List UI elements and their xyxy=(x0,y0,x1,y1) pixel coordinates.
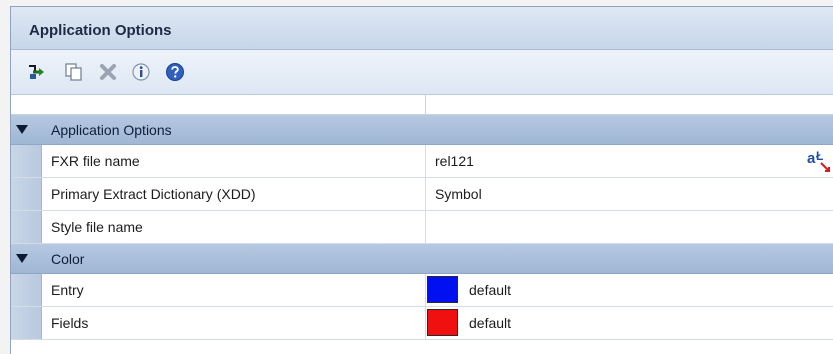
collapse-arrow-icon[interactable] xyxy=(16,125,28,134)
color-swatch[interactable] xyxy=(427,276,458,303)
property-value[interactable]: default xyxy=(469,282,511,298)
grid-header xyxy=(11,95,833,115)
category-application-options[interactable]: Application Options xyxy=(11,115,833,145)
category-label: Color xyxy=(51,251,85,267)
property-row-primary-extract-dictionary[interactable]: Primary Extract Dictionary (XDD) Symbol xyxy=(11,178,833,211)
color-swatch[interactable] xyxy=(427,309,458,336)
property-value[interactable]: default xyxy=(469,315,511,331)
property-name: Entry xyxy=(51,282,84,298)
panel-title: Application Options xyxy=(29,22,172,39)
sort-icon[interactable] xyxy=(27,62,47,82)
property-name: FXR file name xyxy=(51,153,140,169)
application-options-panel: Application Options Application Options … xyxy=(10,6,833,354)
category-color[interactable]: Color xyxy=(11,244,833,274)
collapse-arrow-icon[interactable] xyxy=(16,254,28,263)
help-icon[interactable] xyxy=(165,62,185,82)
property-row-style-file-name[interactable]: Style file name xyxy=(11,211,833,244)
property-value[interactable]: rel121 xyxy=(435,153,474,169)
svg-text:a: a xyxy=(807,150,816,167)
text-picker-icon[interactable]: a Ł xyxy=(807,147,833,173)
property-row-entry[interactable]: Entry default xyxy=(11,274,833,307)
panel-titlebar: Application Options xyxy=(11,7,833,50)
property-value[interactable]: Symbol xyxy=(435,186,482,202)
property-row-fxr-file-name[interactable]: FXR file name rel121 a Ł xyxy=(11,145,833,178)
category-label: Application Options xyxy=(51,122,172,138)
info-icon[interactable] xyxy=(131,62,151,82)
property-name: Style file name xyxy=(51,219,143,235)
property-grid: Application Options FXR file name rel121… xyxy=(11,95,833,354)
svg-text:Ł: Ł xyxy=(816,149,823,163)
property-name: Primary Extract Dictionary (XDD) xyxy=(51,186,256,202)
copy-icon[interactable] xyxy=(64,62,84,82)
delete-icon[interactable] xyxy=(98,62,118,82)
toolbar xyxy=(11,50,833,95)
property-name: Fields xyxy=(51,315,89,331)
property-row-fields[interactable]: Fields default xyxy=(11,307,833,340)
